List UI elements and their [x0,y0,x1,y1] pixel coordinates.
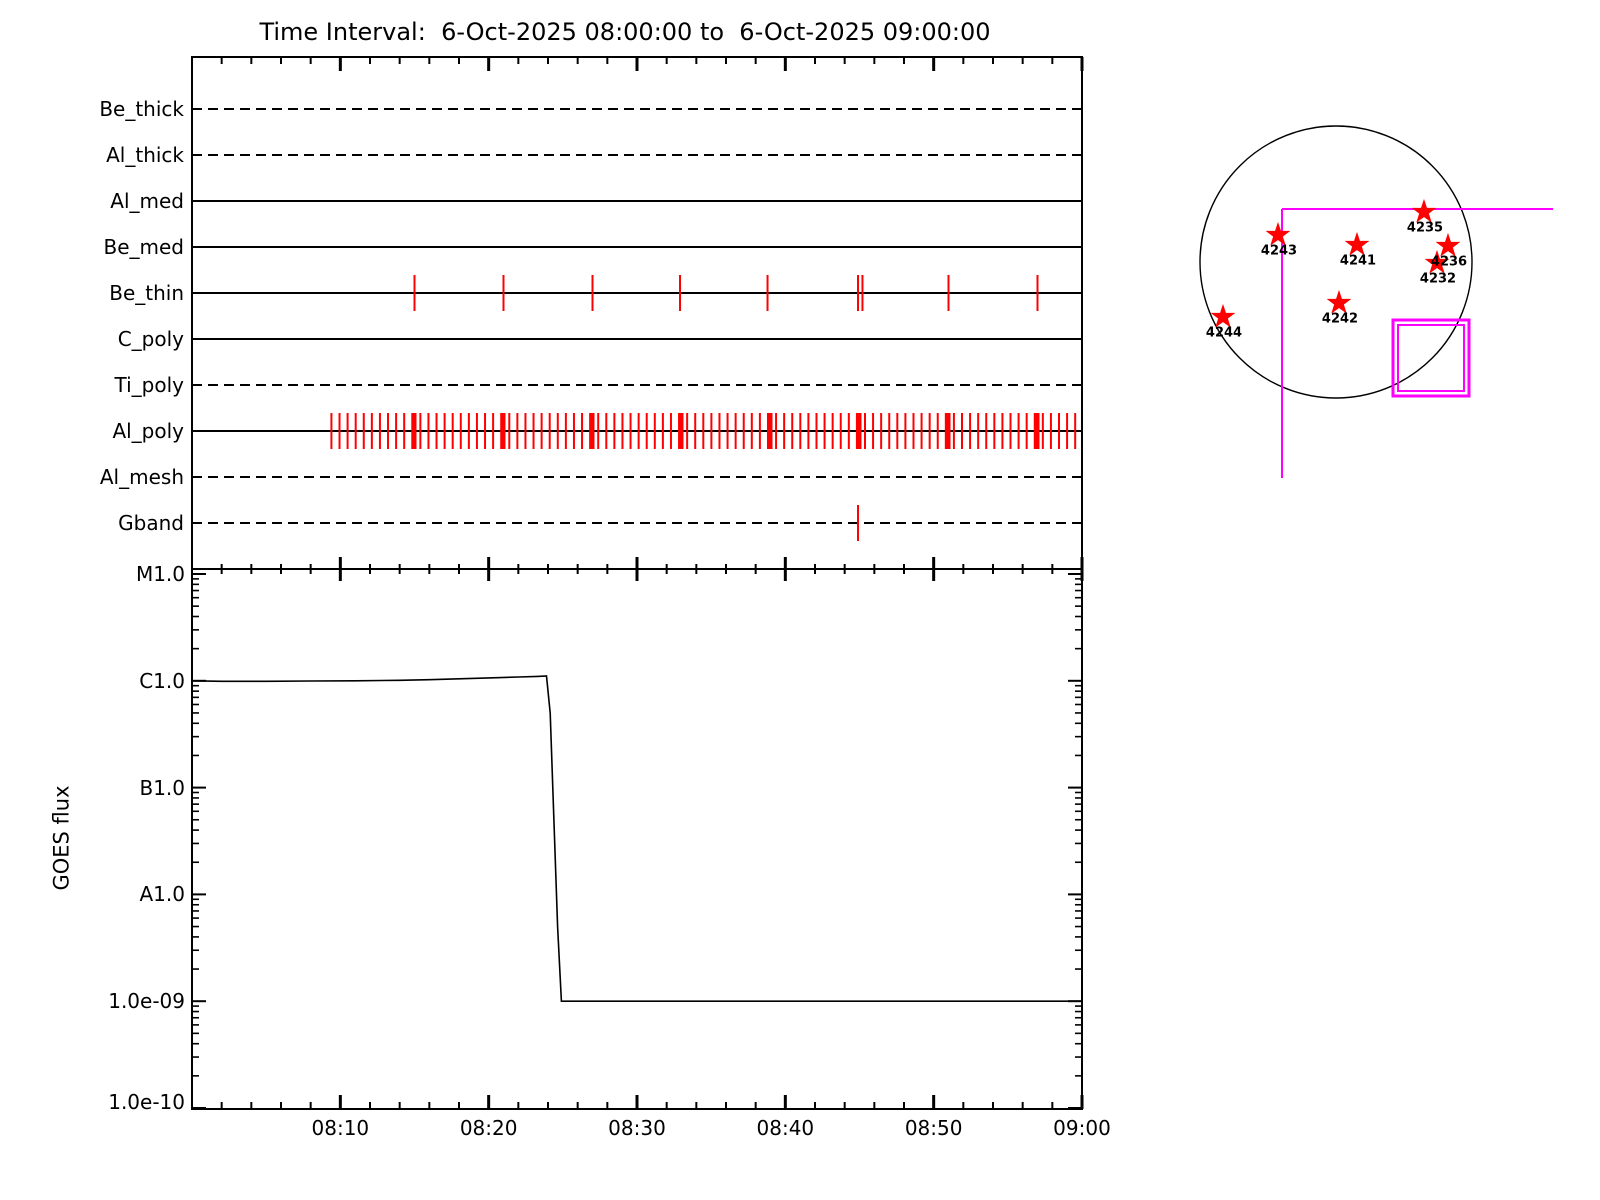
exposure-ticks [330,275,1083,541]
filter-row-label-be_thick: Be_thick [99,97,184,121]
goes-flux-curve [191,675,1082,1003]
active-region-star [1344,231,1370,256]
active-region-label: 4244 [1205,325,1243,341]
active-region-label: 4236 [1430,254,1468,270]
filter-row-label-al_poly: Al_poly [112,419,184,443]
fov-box-inner [1397,324,1465,392]
filter-row-label-ti_poly: Ti_poly [114,373,184,397]
filter-row-label-be_thin: Be_thin [109,281,184,305]
goes-y-tick-label: C1.0 [139,668,185,693]
active-region-label: 4235 [1406,220,1444,236]
xrt-fov-overlay [1281,208,1553,478]
solar-disk-panel [1199,125,1553,478]
filter-row-label-al_mesh: Al_mesh [99,465,184,489]
active-region-star [1326,289,1352,314]
goes-y-tick-label: 1.0e-10 [108,1090,185,1114]
filter-row-label-al_med: Al_med [110,189,184,213]
active-region-star [1265,221,1291,246]
active-region-star [1435,232,1461,257]
time-x-tick-label: 08:20 [459,1116,518,1140]
y-axis-ticks [192,573,1082,1109]
filter-row-label-gband: Gband [118,511,184,535]
xrt-timeline-screen: Time Interval: 6-Oct-2025 08:00:00 to 6-… [0,0,1600,1200]
plot-canvas [191,56,1553,1110]
active-region-label: 4243 [1260,243,1298,259]
goes-y-tick-label: A1.0 [139,882,186,907]
active-region-star [1411,198,1437,223]
goes-y-tick-label: 1.0e-09 [108,989,185,1014]
filter-row-label-c_poly: C_poly [117,327,184,351]
goes-y-tick-label: M1.0 [135,562,185,586]
time-x-tick-label: 08:10 [311,1116,370,1140]
active-region-star [1210,303,1236,328]
time-x-tick-label: 09:00 [1053,1116,1111,1140]
active-region-label: 4232 [1419,271,1457,287]
active-region-label: 4241 [1339,253,1377,269]
filter-row-label-al_thick: Al_thick [106,143,184,167]
time-x-tick-label: 08:40 [756,1116,815,1140]
panel-axes [191,56,1083,1110]
filter-row-label-be_med: Be_med [103,235,184,259]
x-axis-ticks [220,57,1084,1109]
filter-row-lines [192,108,1082,524]
active-region-label: 4242 [1321,311,1359,327]
time-x-tick-label: 08:50 [904,1116,963,1140]
fov-box-outer [1391,318,1471,398]
time-x-tick-label: 08:30 [608,1116,666,1140]
goes-y-tick-label: B1.0 [139,775,185,800]
